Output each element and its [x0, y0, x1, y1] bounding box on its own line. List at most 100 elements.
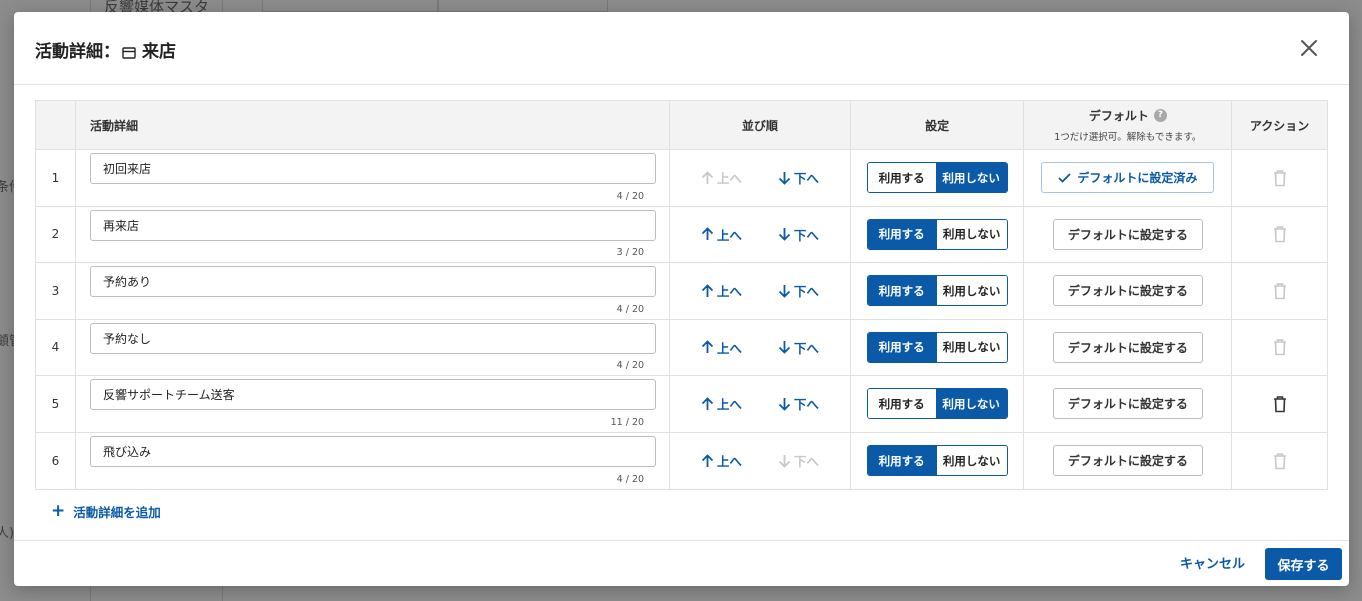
no-use-option[interactable]: 利用しない [935, 446, 1007, 476]
detail-input[interactable]: 反響サポートチーム送客 [89, 379, 656, 410]
order-cell: 上へ 下へ [670, 206, 851, 262]
no-use-option[interactable]: 利用しない [935, 276, 1007, 306]
detail-input[interactable]: 再来店 [89, 209, 656, 241]
char-count: 4 / 20 [616, 474, 645, 485]
move-up-button[interactable]: 上へ [701, 394, 742, 413]
use-option[interactable]: 利用する [867, 332, 936, 362]
detail-input[interactable]: 初回来店 [89, 153, 656, 184]
default-set-button[interactable]: デフォルトに設定する [1052, 331, 1203, 363]
row-number: 5 [36, 376, 76, 432]
arrow-down-icon [778, 171, 791, 185]
usage-toggle: 利用する 利用しない [866, 162, 1008, 194]
order-cell: 上へ 下へ [670, 319, 851, 375]
default-cell: デフォルトに設定する [1024, 319, 1233, 375]
detail-input[interactable]: 飛び込み [89, 435, 656, 467]
move-down-label: 下へ [793, 227, 819, 243]
default-set-button[interactable]: デフォルトに設定する [1052, 445, 1203, 477]
use-option[interactable]: 利用する [867, 276, 936, 306]
char-count: 4 / 20 [616, 303, 645, 315]
detail-input[interactable]: 予約あり [89, 266, 656, 297]
char-count: 11 / 20 [610, 416, 645, 428]
add-activity-detail-button[interactable]: + 活動詳細を追加 [51, 502, 161, 521]
no-use-option[interactable]: 利用しない [935, 219, 1007, 249]
help-icon[interactable]: ? [1153, 109, 1167, 122]
move-down-button[interactable]: 下へ [778, 451, 819, 470]
order-cell: 上へ 下へ [670, 263, 851, 319]
detail-input[interactable]: 予約なし [89, 322, 656, 354]
setting-cell: 利用する 利用しない [851, 432, 1025, 489]
action-cell [1232, 433, 1327, 490]
action-cell [1232, 207, 1327, 263]
arrow-up-icon [701, 453, 714, 467]
table-row: 1 初回来店 4 / 20 上へ 下へ 利用する 利用しない デフォルトに設定済… [36, 150, 1327, 207]
header-default: デフォルト ? 1つだけ選択可。解除もできます。 [1024, 101, 1233, 149]
move-up-label: 上へ [716, 171, 742, 187]
move-down-button[interactable]: 下へ [778, 281, 819, 300]
action-cell [1232, 263, 1327, 319]
move-up-button[interactable]: 上へ [701, 281, 742, 300]
move-down-label: 下へ [793, 284, 819, 300]
move-down-label: 下へ [793, 171, 819, 187]
usage-toggle: 利用する 利用しない [866, 275, 1008, 307]
order-cell: 上へ 下へ [670, 376, 851, 432]
table-row: 2 再来店 3 / 20 上へ 下へ 利用する 利用しない デフォルトに設定する [36, 206, 1327, 263]
table-row: 5 反響サポートチーム送客 11 / 20 上へ 下へ 利用する 利用しない デ… [36, 376, 1327, 433]
trash-icon[interactable] [1272, 169, 1288, 187]
cancel-button[interactable]: キャンセル [1180, 553, 1245, 572]
use-option[interactable]: 利用する [867, 163, 936, 193]
arrow-up-icon [701, 340, 714, 354]
no-use-option[interactable]: 利用しない [935, 389, 1007, 419]
char-count: 3 / 20 [616, 247, 645, 258]
detail-cell: 再来店 3 / 20 [76, 206, 671, 262]
default-set-button[interactable]: デフォルトに設定する [1052, 275, 1203, 307]
trash-icon[interactable] [1272, 395, 1288, 413]
char-count: 4 / 20 [616, 360, 645, 371]
move-up-button[interactable]: 上へ [701, 451, 742, 470]
trash-icon[interactable] [1272, 225, 1288, 243]
row-number: 3 [36, 263, 76, 319]
arrow-up-icon [701, 283, 714, 297]
trash-icon[interactable] [1272, 282, 1288, 300]
trash-icon[interactable] [1272, 338, 1288, 356]
default-cell: デフォルトに設定する [1024, 376, 1233, 432]
move-up-button[interactable]: 上へ [701, 338, 742, 357]
move-down-button[interactable]: 下へ [778, 225, 819, 244]
arrow-up-icon [701, 227, 714, 241]
setting-cell: 利用する 利用しない [851, 376, 1025, 432]
move-down-button[interactable]: 下へ [778, 394, 819, 413]
no-use-option[interactable]: 利用しない [935, 332, 1007, 362]
action-cell [1232, 320, 1327, 376]
move-up-button[interactable]: 上へ [701, 168, 742, 187]
move-down-label: 下へ [793, 454, 819, 470]
default-set-button[interactable]: デフォルトに設定済み [1041, 162, 1215, 194]
default-set-button[interactable]: デフォルトに設定する [1052, 218, 1203, 250]
setting-cell: 利用する 利用しない [851, 319, 1025, 375]
default-cell: デフォルトに設定する [1024, 432, 1233, 489]
default-set-button[interactable]: デフォルトに設定する [1052, 388, 1203, 420]
trash-icon[interactable] [1272, 452, 1288, 470]
use-option[interactable]: 利用する [867, 219, 936, 249]
setting-cell: 利用する 利用しない [851, 206, 1025, 262]
no-use-option[interactable]: 利用しない [935, 163, 1007, 193]
move-down-button[interactable]: 下へ [778, 168, 819, 187]
header-number [36, 101, 76, 149]
usage-toggle: 利用する 利用しない [866, 331, 1008, 363]
usage-toggle: 利用する 利用しない [866, 445, 1008, 477]
store-icon [122, 44, 136, 59]
char-count: 4 / 20 [616, 190, 645, 202]
table-row: 4 予約なし 4 / 20 上へ 下へ 利用する 利用しない デフォルトに設定す… [36, 319, 1327, 376]
move-up-label: 上へ [716, 397, 742, 413]
close-icon[interactable] [1297, 36, 1321, 60]
move-down-button[interactable]: 下へ [778, 338, 819, 357]
default-cell: デフォルトに設定する [1024, 206, 1233, 262]
use-option[interactable]: 利用する [867, 446, 936, 476]
default-button-label: デフォルトに設定済み [1077, 171, 1198, 186]
arrow-up-icon [701, 170, 714, 184]
save-button[interactable]: 保存する [1265, 548, 1342, 580]
table-row: 6 飛び込み 4 / 20 上へ 下へ 利用する 利用しない デフォルトに設定す… [36, 432, 1327, 490]
use-option[interactable]: 利用する [867, 389, 936, 419]
move-up-button[interactable]: 上へ [701, 225, 742, 244]
row-number: 4 [36, 319, 76, 375]
header-order: 並び順 [670, 101, 851, 149]
order-cell: 上へ 下へ [670, 150, 851, 206]
